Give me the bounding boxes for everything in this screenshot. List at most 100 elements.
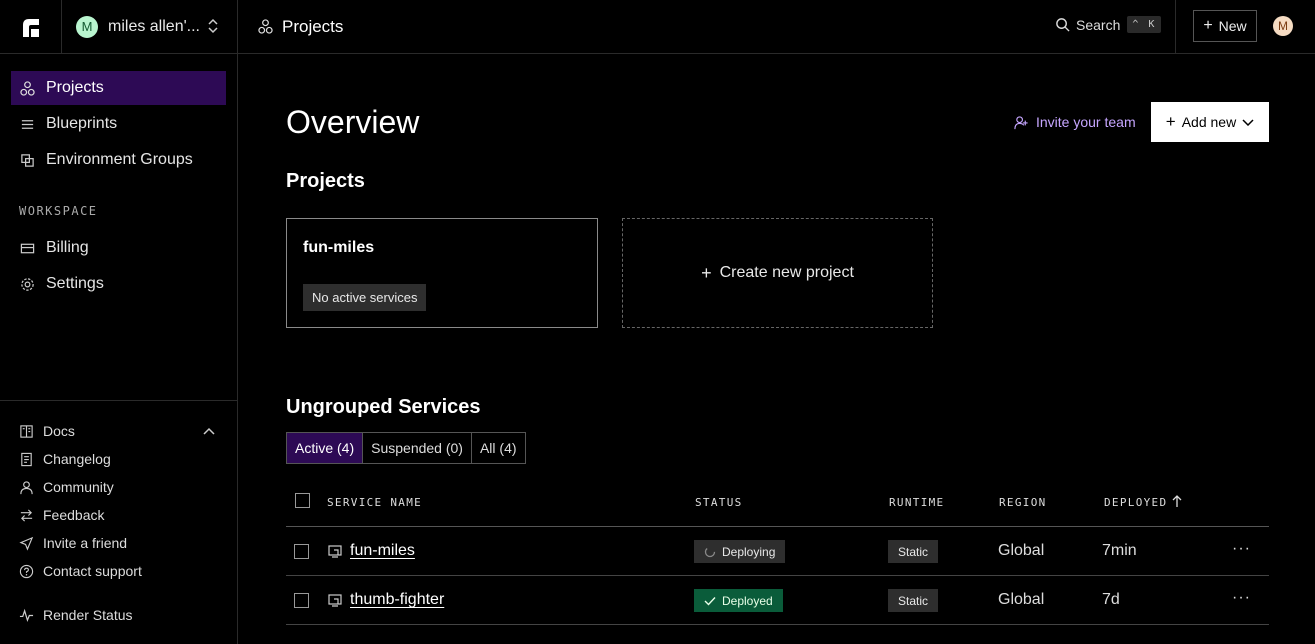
add-user-icon xyxy=(1014,115,1028,129)
sidebar-item-projects[interactable]: Projects xyxy=(11,71,226,105)
sidebar-item-settings[interactable]: Settings xyxy=(11,267,226,301)
create-project-button[interactable]: + Create new project xyxy=(622,218,933,328)
footer-label: Docs xyxy=(43,423,75,439)
project-card[interactable]: fun-miles No active services xyxy=(286,218,598,328)
help-icon xyxy=(19,564,34,578)
create-project-label: Create new project xyxy=(719,264,854,281)
projects-icon xyxy=(20,80,35,96)
column-region[interactable]: REGION xyxy=(999,496,1047,509)
projects-icon xyxy=(258,19,273,34)
sidebar-item-billing[interactable]: Billing xyxy=(11,231,226,265)
add-new-button[interactable]: + Add new xyxy=(1151,102,1269,142)
footer-label: Contact support xyxy=(43,563,142,579)
footer-label: Feedback xyxy=(43,507,105,523)
column-runtime[interactable]: RUNTIME xyxy=(889,496,944,509)
check-icon xyxy=(704,596,716,606)
sidebar-item-label: Projects xyxy=(46,79,104,96)
project-name: fun-miles xyxy=(303,239,375,256)
status-label: Deploying xyxy=(722,544,776,559)
sort-arrow-up-icon[interactable] xyxy=(1172,494,1182,508)
sidebar-item-label: Environment Groups xyxy=(46,151,193,168)
row-checkbox[interactable] xyxy=(294,593,309,608)
sidebar-item-label: Billing xyxy=(46,239,89,256)
sidebar-item-label: Settings xyxy=(46,275,104,292)
status-badge: Deployed xyxy=(694,589,783,612)
select-all-checkbox[interactable] xyxy=(295,493,310,508)
community-icon xyxy=(20,480,33,494)
row-more-menu[interactable]: ··· xyxy=(1232,540,1251,558)
column-service-name[interactable]: SERVICE NAME xyxy=(327,496,422,509)
plus-icon: + xyxy=(1165,112,1176,131)
search-label: Search xyxy=(1076,16,1121,33)
sidebar-footer-render-status[interactable]: Render Status xyxy=(19,607,133,623)
new-button[interactable]: + New xyxy=(1193,10,1257,42)
column-status[interactable]: STATUS xyxy=(695,496,743,509)
add-new-label: Add new xyxy=(1181,114,1237,130)
sidebar-footer-support[interactable]: Contact support xyxy=(19,563,142,579)
card-icon xyxy=(20,243,35,253)
user-avatar[interactable]: M xyxy=(1273,16,1293,36)
workspace-section-label: WORKSPACE xyxy=(19,204,98,218)
tab-suspended[interactable]: Suspended (0) xyxy=(363,433,472,463)
chevron-down-icon xyxy=(1242,119,1254,126)
table-header: SERVICE NAME STATUS RUNTIME REGION DEPLO… xyxy=(286,484,1269,527)
sidebar-footer-community[interactable]: Community xyxy=(19,479,114,495)
plus-icon: + xyxy=(1203,17,1213,34)
table-row[interactable]: fun-miles Deploying Static Global 7min ·… xyxy=(286,527,1269,576)
runtime-badge: Static xyxy=(888,540,939,563)
sidebar: Projects Blueprints Environment Groups W… xyxy=(0,54,238,644)
sidebar-item-blueprints[interactable]: Blueprints xyxy=(11,107,226,141)
invite-label: Invite your team xyxy=(1036,114,1136,130)
deployed-value: 7d xyxy=(1102,591,1120,608)
render-logo[interactable] xyxy=(0,0,62,53)
tab-active[interactable]: Active (4) xyxy=(287,433,364,463)
projects-heading: Projects xyxy=(286,170,365,192)
workspace-avatar: M xyxy=(76,15,98,38)
gear-icon xyxy=(21,277,34,291)
sidebar-item-environment-groups[interactable]: Environment Groups xyxy=(11,143,226,177)
footer-label: Changelog xyxy=(43,451,111,467)
service-filter-tabs: Active (4) Suspended (0) All (4) xyxy=(286,432,526,464)
breadcrumb[interactable]: Projects xyxy=(258,0,343,53)
static-site-icon xyxy=(328,545,342,558)
ungrouped-services-heading: Ungrouped Services xyxy=(286,396,481,418)
footer-label: Community xyxy=(43,479,114,495)
spinner-icon xyxy=(704,546,716,557)
sidebar-footer-invite[interactable]: Invite a friend xyxy=(19,535,127,551)
search-button[interactable]: Search ^ K xyxy=(1055,16,1162,33)
sidebar-footer-changelog[interactable]: Changelog xyxy=(19,451,111,467)
region-value: Global xyxy=(998,591,1045,608)
region-value: Global xyxy=(998,542,1045,559)
service-name-link[interactable]: fun-miles xyxy=(350,542,415,560)
footer-label: Invite a friend xyxy=(43,535,128,551)
workspace-switcher[interactable]: M miles allen'... xyxy=(62,0,238,53)
tab-all[interactable]: All (4) xyxy=(472,433,525,463)
sidebar-item-label: Blueprints xyxy=(46,115,118,132)
feedback-icon xyxy=(20,508,33,522)
table-row[interactable]: thumb-fighter Deployed Static Global 7d … xyxy=(286,576,1269,625)
invite-team-link[interactable]: Invite your team xyxy=(1014,114,1136,130)
static-site-icon xyxy=(328,594,342,607)
chevron-up-icon[interactable] xyxy=(202,426,216,436)
sidebar-footer-docs[interactable]: Docs xyxy=(19,423,75,439)
row-checkbox[interactable] xyxy=(294,544,309,559)
plus-icon: + xyxy=(701,262,712,283)
docs-icon xyxy=(20,424,33,438)
services-table: SERVICE NAME STATUS RUNTIME REGION DEPLO… xyxy=(286,484,1269,625)
workspace-name: miles allen'... xyxy=(108,17,200,35)
service-name-link[interactable]: thumb-fighter xyxy=(350,591,444,609)
logo-icon xyxy=(22,18,39,37)
top-bar: M miles allen'... Projects Search ^ K + … xyxy=(0,0,1315,54)
runtime-badge: Static xyxy=(888,589,939,612)
sidebar-divider xyxy=(0,400,237,401)
page-title: Overview xyxy=(286,104,420,140)
send-icon xyxy=(19,536,34,551)
column-deployed[interactable]: DEPLOYED xyxy=(1104,496,1167,509)
divider xyxy=(1175,0,1176,53)
breadcrumb-label: Projects xyxy=(282,16,344,36)
chevron-updown-icon xyxy=(208,18,218,34)
search-icon xyxy=(1056,18,1070,32)
sidebar-footer-feedback[interactable]: Feedback xyxy=(19,507,104,523)
env-groups-icon xyxy=(21,153,34,167)
row-more-menu[interactable]: ··· xyxy=(1232,589,1251,607)
